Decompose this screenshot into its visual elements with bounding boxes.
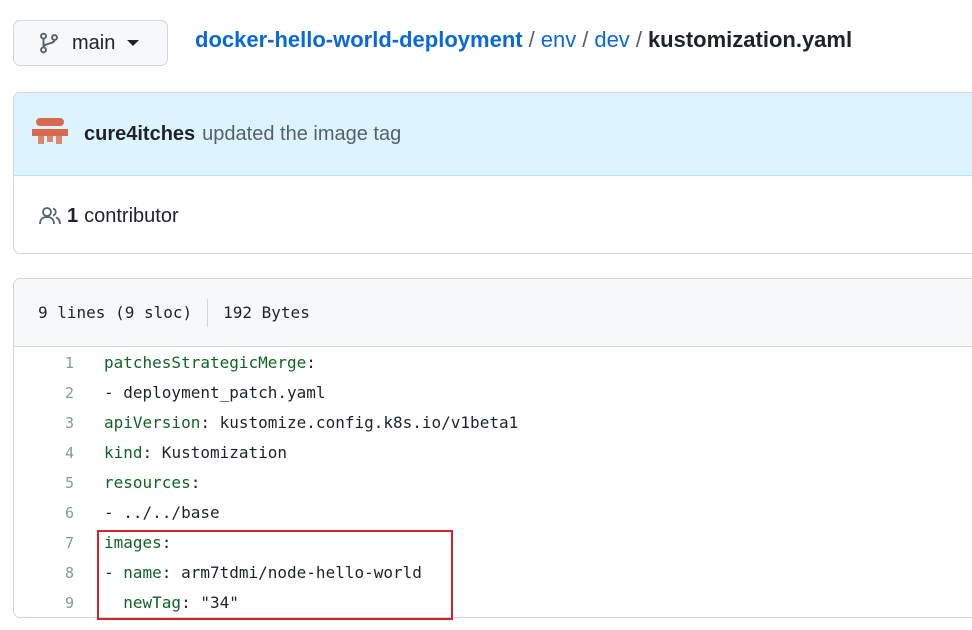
yaml-key: apiVersion xyxy=(104,413,201,432)
code-line: 3 apiVersion: kustomize.config.k8s.io/v1… xyxy=(14,408,972,438)
branch-selector-button[interactable]: main xyxy=(13,20,168,66)
yaml-key: images xyxy=(104,533,162,552)
code-listing: 1 patchesStrategicMerge: 2 - deployment_… xyxy=(14,347,972,617)
contributor-label: contributor xyxy=(84,204,179,227)
code-line: 4 kind: Kustomization xyxy=(14,438,972,468)
people-icon xyxy=(39,207,61,225)
line-number[interactable]: 4 xyxy=(14,438,104,468)
header-divider xyxy=(207,298,209,327)
yaml-key: kind xyxy=(104,443,143,462)
line-count: 9 lines (9 sloc) xyxy=(38,303,193,322)
breadcrumb: docker-hello-world-deployment / env / dev / ku… xyxy=(195,25,852,55)
yaml-colon: : xyxy=(200,413,210,432)
line-number[interactable]: 2 xyxy=(14,378,104,408)
yaml-colon: : xyxy=(306,353,316,372)
yaml-value: arm7tdmi/node-hello-world xyxy=(171,563,422,582)
yaml-value: "34" xyxy=(190,593,239,612)
commit-message[interactable]: updated the image tag xyxy=(202,123,401,146)
line-number[interactable]: 9 xyxy=(14,588,104,617)
file-viewer: 9 lines (9 sloc) 192 Bytes 1 patchesStra… xyxy=(13,278,972,618)
breadcrumb-dev-link[interactable]: dev xyxy=(594,27,629,52)
code-line: 9 newTag: "34" xyxy=(14,588,972,617)
file-size: 192 Bytes xyxy=(223,303,310,322)
yaml-key: name xyxy=(123,563,162,582)
branch-name: main xyxy=(72,31,116,54)
commit-author-link[interactable]: cure4itches xyxy=(84,123,195,146)
code-line: 1 patchesStrategicMerge: xyxy=(14,348,972,378)
yaml-colon: : xyxy=(142,443,153,462)
yaml-colon: : xyxy=(161,563,172,582)
avatar[interactable] xyxy=(32,116,68,152)
yaml-colon: : xyxy=(190,473,201,492)
yaml-indent xyxy=(104,588,123,617)
yaml-list-prefix: - xyxy=(104,563,124,582)
chevron-down-icon xyxy=(127,40,140,46)
code-line: 2 - deployment_patch.yaml xyxy=(14,378,972,408)
yaml-key: resources xyxy=(104,473,191,492)
line-number[interactable]: 1 xyxy=(14,348,104,378)
breadcrumb-separator: / xyxy=(635,27,642,52)
breadcrumb-repo-link[interactable]: docker-hello-world-deployment xyxy=(195,27,523,52)
code-line: 5 resources: xyxy=(14,468,972,498)
file-info-bar: 9 lines (9 sloc) 192 Bytes xyxy=(14,279,972,347)
yaml-key: patchesStrategicMerge xyxy=(104,353,307,372)
latest-commit-row: cure4itches updated the image tag xyxy=(14,93,972,176)
yaml-value: - ../../base xyxy=(104,503,220,522)
line-number[interactable]: 8 xyxy=(14,558,104,588)
yaml-colon: : xyxy=(181,593,191,612)
code-line: 8 - name: arm7tdmi/node-hello-world xyxy=(14,558,972,588)
latest-commit-box: cure4itches updated the image tag 1 cont… xyxy=(13,92,972,254)
breadcrumb-env-link[interactable]: env xyxy=(541,27,576,52)
line-number[interactable]: 6 xyxy=(14,498,104,528)
git-branch-icon xyxy=(40,32,58,54)
yaml-colon: : xyxy=(161,533,172,552)
breadcrumb-separator: / xyxy=(582,27,589,52)
breadcrumb-current-file: kustomization.yaml xyxy=(647,27,853,52)
line-number[interactable]: 7 xyxy=(14,528,104,558)
breadcrumb-separator: / xyxy=(528,27,535,52)
code-line: 6 - ../../base xyxy=(14,498,972,528)
contributors-row[interactable]: 1 contributor xyxy=(14,176,972,253)
yaml-value: kustomize.config.k8s.io/v1beta1 xyxy=(209,413,519,432)
yaml-value: Kustomization xyxy=(152,443,288,462)
contributor-count: 1 xyxy=(67,204,79,227)
yaml-key: newTag xyxy=(123,593,182,612)
yaml-value: - deployment_patch.yaml xyxy=(104,383,326,402)
line-number[interactable]: 3 xyxy=(14,408,104,438)
code-line: 7 images: xyxy=(14,528,972,558)
line-number[interactable]: 5 xyxy=(14,468,104,498)
